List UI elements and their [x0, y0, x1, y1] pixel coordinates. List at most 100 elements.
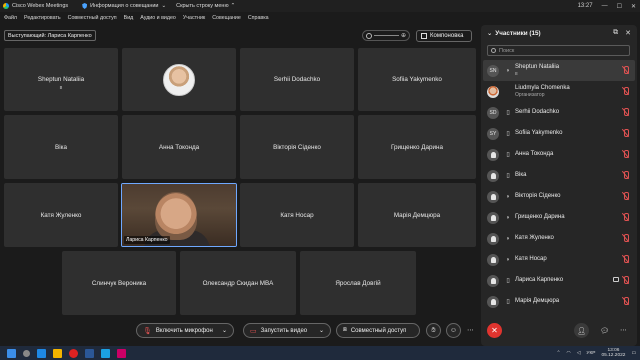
muted-mic-icon[interactable]	[622, 276, 629, 285]
participant-tile[interactable]: Sofiia Yakymenko	[358, 48, 476, 111]
muted-mic-icon[interactable]	[622, 213, 629, 222]
menu-participant[interactable]: Участник	[183, 15, 205, 21]
participant-tile[interactable]: Слинчук Вероника	[62, 251, 176, 315]
minimize-icon[interactable]: —	[602, 3, 608, 9]
audio-connection-icon: ◗	[506, 256, 510, 263]
participant-tile[interactable]: Катя Жуленко	[4, 183, 118, 247]
opera-icon[interactable]	[69, 348, 78, 358]
title-bar: Cisco Webex Meetings Информация о совеща…	[0, 0, 640, 12]
muted-mic-icon[interactable]	[622, 108, 629, 117]
participant-search[interactable]	[487, 45, 630, 56]
muted-mic-icon[interactable]	[622, 129, 629, 138]
participant-row[interactable]: ▯ Марія Демцюра	[483, 291, 635, 312]
word-icon[interactable]	[85, 348, 94, 358]
muted-mic-icon[interactable]	[622, 150, 629, 159]
participant-tile[interactable]: Грищенко Дарина	[358, 115, 476, 179]
participant-row[interactable]: SN ◗ Sheptun Nataliia в	[483, 60, 635, 81]
panel-title-area[interactable]: ⌄ Участники (15)	[487, 30, 541, 37]
leave-meeting-button[interactable]: ✕	[487, 323, 502, 338]
avatar	[487, 253, 499, 266]
participant-tile[interactable]: Віка	[4, 115, 118, 179]
chat-button[interactable]: 💬︎	[597, 323, 612, 338]
menu-meeting[interactable]: Совещание	[212, 15, 241, 21]
participant-tile[interactable]: Sheptun Nataliia в	[4, 48, 118, 111]
maximize-icon[interactable]: ☐	[617, 3, 622, 10]
participant-role: в	[515, 70, 518, 77]
volume-icon[interactable]: ◁	[577, 351, 581, 356]
share-label: Совместный доступ	[350, 327, 407, 334]
participant-row[interactable]: Liudmyla Chomenka Организатор	[483, 81, 635, 102]
phone-icon: ▯	[506, 173, 510, 179]
participant-tile[interactable]: Вікторія Сіденко	[240, 115, 354, 179]
participants-button[interactable]: 👤︎	[574, 323, 589, 338]
zoom-slider[interactable]: ⊕	[362, 30, 410, 41]
participant-row[interactable]: ▯ Віка	[483, 165, 635, 186]
participant-tile[interactable]: Олександр Скидан MBA	[180, 251, 296, 315]
muted-mic-icon[interactable]	[622, 234, 629, 243]
keyboard-language[interactable]: УКР	[586, 351, 595, 356]
search-icon[interactable]	[23, 349, 30, 357]
participant-tile[interactable]: Катя Носар	[240, 183, 354, 247]
search-input[interactable]	[499, 47, 619, 54]
phone-icon: ▯	[506, 131, 510, 137]
participant-tile[interactable]: Марія Демцюра	[358, 183, 476, 247]
notifications-icon[interactable]: ▭	[631, 351, 636, 356]
start-video-button[interactable]: ▭ Запустить видео ⌄	[243, 323, 331, 338]
raise-hand-button[interactable]: ✋︎	[426, 323, 441, 338]
more-panels-icon[interactable]: ⋯	[620, 326, 627, 334]
avatar	[487, 211, 499, 224]
share-button[interactable]: ⧈ Совместный доступ	[336, 323, 420, 338]
tray-chevron-icon[interactable]: ⌃	[556, 351, 560, 356]
menu-audio-video[interactable]: Аудио и видео	[140, 15, 176, 21]
participant-row[interactable]: ◗ Катя Носар	[483, 249, 635, 270]
muted-mic-icon[interactable]	[622, 255, 629, 264]
edge-icon[interactable]	[37, 348, 46, 358]
participant-row[interactable]: ▯ Анна Токонда	[483, 144, 635, 165]
close-panel-icon[interactable]: ✕	[625, 29, 631, 37]
muted-mic-icon[interactable]	[622, 171, 629, 180]
muted-mic-icon[interactable]	[622, 87, 629, 96]
participant-row[interactable]: SY ▯ Sofiia Yakymenko	[483, 123, 635, 144]
slider-knob[interactable]	[366, 32, 372, 39]
webex-taskbar-icon[interactable]	[101, 348, 110, 358]
muted-mic-icon[interactable]	[622, 192, 629, 201]
video-name-label: Лариса Карпенко	[124, 236, 170, 244]
menu-share[interactable]: Совместный доступ	[68, 15, 117, 21]
muted-mic-icon[interactable]	[622, 66, 629, 75]
video-person-face	[155, 192, 197, 240]
clock[interactable]: 13:06 05.12.2022	[601, 348, 625, 358]
participant-row[interactable]: ◗ Катя Жуленко	[483, 228, 635, 249]
participant-tile[interactable]: Ярослав Довгій	[300, 251, 416, 315]
zoom-in-icon[interactable]: ⊕	[401, 33, 406, 39]
reactions-button[interactable]: ☺	[446, 323, 461, 338]
participant-row[interactable]: SD ▯ Serhii Dodachko	[483, 102, 635, 123]
close-icon[interactable]: ✕	[631, 3, 636, 10]
menu-file[interactable]: Файл	[4, 15, 17, 21]
wifi-icon[interactable]: ◠	[567, 351, 571, 356]
menu-help[interactable]: Справка	[248, 15, 269, 21]
unmute-button[interactable]: 🎙︎ Включить микрофон ⌄	[136, 323, 234, 338]
meeting-info-button[interactable]: Информация о совещании ⌄	[82, 3, 166, 9]
popout-icon[interactable]: ⧉	[613, 29, 618, 37]
slider-track[interactable]	[374, 35, 399, 36]
tile-name: Serhii Dodachko	[273, 76, 321, 83]
search-icon	[491, 48, 496, 53]
participant-row[interactable]: ▯ Лариса Карпенко	[483, 270, 635, 291]
menu-view[interactable]: Вид	[124, 15, 134, 21]
windows-start-icon[interactable]	[7, 348, 16, 358]
participant-tile[interactable]: Serhii Dodachko	[240, 48, 354, 111]
participant-row[interactable]: ◗ Грищенко Дарина	[483, 207, 635, 228]
muted-mic-icon[interactable]	[622, 297, 629, 306]
participant-tile[interactable]: Анна Токонда	[122, 115, 236, 179]
folder-icon[interactable]	[53, 348, 62, 358]
hide-menu-button[interactable]: Скрыть строку меню ⌃	[176, 3, 235, 9]
participant-tile[interactable]	[122, 48, 236, 111]
participant-row[interactable]: ◗ Вікторія Сіденко	[483, 186, 635, 207]
menu-edit[interactable]: Редактировать	[24, 15, 61, 21]
more-options-icon[interactable]: ⋯	[467, 326, 474, 334]
layout-button[interactable]: Компоновка	[416, 30, 472, 42]
app-icon[interactable]	[117, 348, 126, 358]
avatar	[487, 190, 499, 203]
active-speaker-video-tile[interactable]: Лариса Карпенко	[121, 183, 237, 247]
start-video-label: Запустить видео	[260, 327, 308, 334]
